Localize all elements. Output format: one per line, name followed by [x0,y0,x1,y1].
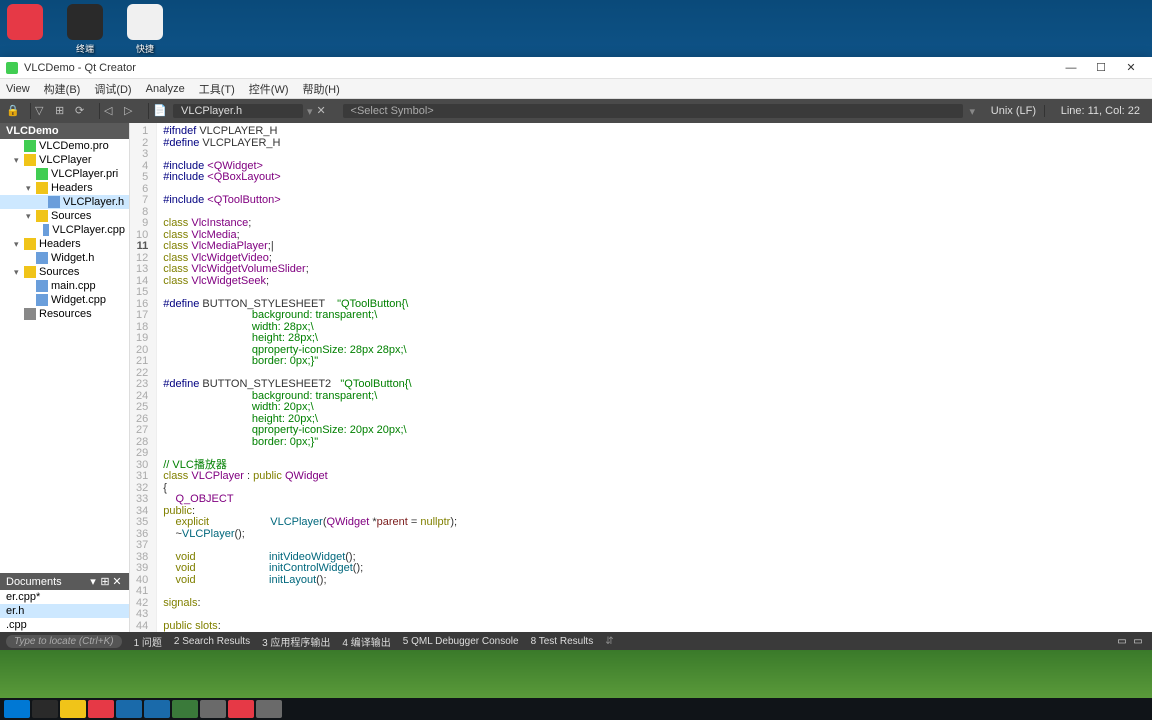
close-file-icon[interactable]: ✕ [317,104,331,118]
taskbar-item[interactable] [200,700,226,718]
desktop-icons: 终端 快捷 [0,0,170,59]
minimize-button[interactable]: — [1056,62,1086,74]
taskbar-item[interactable] [60,700,86,718]
documents-list[interactable]: er.cpp*er.h.cpp [0,590,129,632]
encoding-label[interactable]: Unix (LF) [975,105,1045,117]
tree-item[interactable]: ▾Headers [0,181,129,195]
split-icon[interactable]: ⊞ [55,104,69,118]
menu-debug[interactable]: 调试(D) [94,81,131,97]
window-title: VLCDemo - Qt Creator [24,62,136,74]
line-col-label[interactable]: Line: 11, Col: 22 [1051,105,1146,117]
code-editor[interactable]: 1234567891011121314151617181920212223242… [130,123,1152,632]
project-title: VLCDemo [0,123,129,139]
menubar: View 构建(B) 调试(D) Analyze 工具(T) 控件(W) 帮助(… [0,79,1152,99]
tree-item[interactable]: ▾Sources [0,265,129,279]
panel-more-icon[interactable]: ⇵ [605,636,613,647]
panel-issues[interactable]: 1 问题 [134,634,162,649]
tree-item[interactable]: main.cpp [0,279,129,293]
panel-qml[interactable]: 5 QML Debugger Console [403,636,519,647]
wallpaper-grass [0,650,1152,698]
doc-item[interactable]: er.cpp* [0,590,129,604]
taskbar-item[interactable] [116,700,142,718]
menu-help[interactable]: 帮助(H) [303,81,340,97]
sync-icon[interactable]: ⟳ [75,104,89,118]
dropdown-icon[interactable]: ▾ [87,575,99,588]
lock-icon[interactable]: 🔒 [6,104,20,118]
menu-window[interactable]: 控件(W) [249,81,289,97]
panel-search[interactable]: 2 Search Results [174,636,250,647]
maximize-button[interactable]: ☐ [1086,61,1116,74]
doc-item[interactable]: .cpp [0,618,129,632]
desktop-icon[interactable]: 终端 [64,4,106,55]
editor-toolbar: 🔒 ▽ ⊞ ⟳ ◁ ▷ 📄 VLCPlayer.h ▾ ✕ <Select Sy… [0,99,1152,123]
desktop-icon[interactable]: 快捷 [124,4,166,55]
taskbar-item[interactable] [172,700,198,718]
menu-build[interactable]: 构建(B) [44,81,81,97]
tree-item[interactable]: ▾VLCPlayer [0,153,129,167]
filter-icon[interactable]: ▽ [35,104,49,118]
tree-item[interactable]: VLCPlayer.pri [0,167,129,181]
menu-view[interactable]: View [6,83,30,95]
file-path[interactable]: VLCPlayer.h [173,104,303,118]
close-button[interactable]: ✕ [1116,61,1146,74]
taskbar-item[interactable] [88,700,114,718]
tree-item[interactable]: Widget.cpp [0,293,129,307]
tree-item[interactable]: Resources [0,307,129,321]
qt-icon [6,62,18,74]
panel-compile[interactable]: 4 编译输出 [342,634,390,649]
bottom-panel-bar: Type to locate (Ctrl+K) 1 问题 2 Search Re… [0,632,1152,650]
back-icon[interactable]: ◁ [104,104,118,118]
doc-item[interactable]: er.h [0,604,129,618]
panel-test[interactable]: 8 Test Results [531,636,594,647]
menu-tools[interactable]: 工具(T) [199,81,235,97]
taskbar-item[interactable] [256,700,282,718]
sidebar-right-icon[interactable]: ▭ [1130,636,1146,647]
forward-icon[interactable]: ▷ [124,104,138,118]
taskbar-item[interactable] [228,700,254,718]
line-gutter: 1234567891011121314151617181920212223242… [130,123,157,632]
taskbar-item[interactable] [32,700,58,718]
tree-item[interactable]: VLCDemo.pro [0,139,129,153]
sidebar: VLCDemo VLCDemo.pro▾VLCPlayerVLCPlayer.p… [0,123,130,632]
qtcreator-window: VLCDemo - Qt Creator — ☐ ✕ View 构建(B) 调试… [0,57,1152,650]
menu-analyze[interactable]: Analyze [146,83,185,95]
taskbar-item[interactable] [144,700,170,718]
desktop-icon[interactable] [4,4,46,55]
documents-title: Documents ▾ ⊞ ✕ [0,573,129,590]
tree-item[interactable]: ▾Headers [0,237,129,251]
code-area[interactable]: #ifndef VLCPLAYER_H#define VLCPLAYER_H #… [157,123,1152,632]
panel-appout[interactable]: 3 应用程序输出 [262,634,330,649]
split-icon[interactable]: ⊞ [99,575,111,588]
tree-item[interactable]: ▾Sources [0,209,129,223]
locator-input[interactable]: Type to locate (Ctrl+K) [6,635,122,648]
symbol-selector[interactable]: <Select Symbol> [343,104,964,118]
tree-item[interactable]: VLCPlayer.cpp [0,223,129,237]
start-button[interactable] [4,700,30,718]
project-tree[interactable]: VLCDemo.pro▾VLCPlayerVLCPlayer.pri▾Heade… [0,139,129,573]
close-panel-icon[interactable]: ✕ [111,575,123,588]
tree-item[interactable]: VLCPlayer.h [0,195,129,209]
tree-item[interactable]: Widget.h [0,251,129,265]
titlebar: VLCDemo - Qt Creator — ☐ ✕ [0,57,1152,79]
sidebar-toggle-icon[interactable]: ▭ [1114,636,1130,647]
file-icon: 📄 [153,104,167,118]
taskbar[interactable] [0,698,1152,720]
